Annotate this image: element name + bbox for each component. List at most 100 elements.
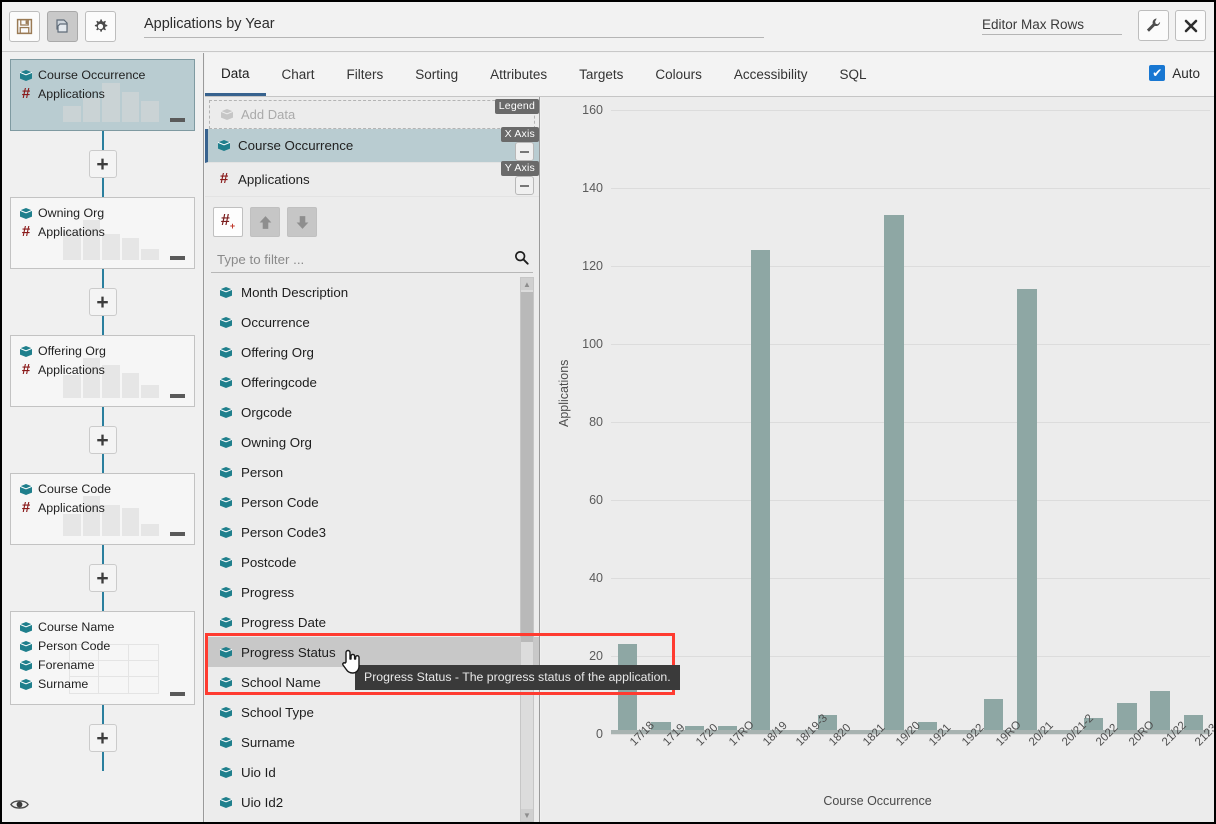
field-filter-input[interactable]: Type to filter ... — [211, 246, 533, 273]
field-item[interactable]: Uio Id — [205, 757, 539, 787]
tab-sorting[interactable]: Sorting — [399, 53, 474, 96]
bar-cell[interactable] — [711, 110, 744, 734]
node-collapse-button[interactable] — [170, 532, 185, 536]
field-item[interactable]: Progress — [205, 577, 539, 607]
x-axis-field-label: Course Occurrence — [238, 138, 353, 153]
remove-y-axis-button[interactable] — [515, 176, 534, 195]
field-item[interactable]: Person Code3 — [205, 517, 539, 547]
field-item[interactable]: Month Description — [205, 277, 539, 307]
bar-cell[interactable] — [777, 110, 810, 734]
node-row: Offering Org — [19, 342, 186, 361]
sidebar-node-course-occurrence[interactable]: Course Occurrence # Applications — [10, 59, 195, 131]
cube-icon — [219, 286, 233, 299]
node-collapse-button[interactable] — [170, 256, 185, 260]
bar-cell[interactable] — [944, 110, 977, 734]
sidebar-node-person-details[interactable]: Course Name Person Code Forename Surname — [10, 611, 195, 705]
x-axis-slot[interactable]: Course Occurrence X Axis — [205, 129, 539, 163]
cube-icon — [219, 586, 233, 599]
bar-cell[interactable] — [1144, 110, 1177, 734]
node-collapse-button[interactable] — [170, 394, 185, 398]
node-collapse-button[interactable] — [170, 692, 185, 696]
remove-x-axis-button[interactable] — [515, 142, 534, 161]
bar-cell[interactable] — [811, 110, 844, 734]
cube-icon — [19, 659, 33, 672]
node-collapse-button[interactable] — [170, 118, 185, 122]
sidebar-node-owning-org[interactable]: Owning Org # Applications — [10, 197, 195, 269]
add-data-dropzone[interactable]: Add Data Legend — [209, 100, 535, 129]
bar[interactable] — [884, 215, 903, 734]
field-item[interactable]: Occurrence — [205, 307, 539, 337]
save-button[interactable] — [9, 11, 40, 42]
field-item[interactable]: Orgcode — [205, 397, 539, 427]
bar-cell[interactable] — [844, 110, 877, 734]
field-item[interactable]: Surname — [205, 727, 539, 757]
bar-cell[interactable] — [977, 110, 1010, 734]
tab-colours[interactable]: Colours — [639, 53, 718, 96]
add-node-button[interactable]: + — [89, 288, 117, 316]
settings-button[interactable] — [85, 11, 116, 42]
available-fields-list[interactable]: Month Description Occurrence Offering Or… — [205, 277, 539, 824]
sidebar-node-offering-org[interactable]: Offering Org # Applications — [10, 335, 195, 407]
auto-checkbox[interactable]: ✔ — [1149, 65, 1165, 81]
tab-filters[interactable]: Filters — [331, 53, 400, 96]
copy-button[interactable] — [47, 11, 78, 42]
bar[interactable] — [984, 699, 1003, 734]
field-item[interactable]: Uio Id2 — [205, 787, 539, 817]
bar-cell[interactable] — [744, 110, 777, 734]
auto-refresh-toggle[interactable]: ✔ Auto — [1149, 65, 1200, 81]
close-button[interactable] — [1175, 10, 1206, 41]
field-item[interactable]: Offering Org — [205, 337, 539, 367]
bar-cell[interactable] — [1110, 110, 1143, 734]
move-up-button[interactable] — [250, 207, 280, 237]
tab-attributes[interactable]: Attributes — [474, 53, 563, 96]
y-axis-slot[interactable]: # Applications Y Axis — [205, 163, 539, 197]
add-node-button[interactable]: + — [89, 724, 117, 752]
field-item[interactable]: Offeringcode — [205, 367, 539, 397]
preview-toggle-button[interactable] — [10, 798, 29, 816]
y-axis-tick-label: 140 — [582, 181, 603, 195]
field-item[interactable]: Progress Date — [205, 607, 539, 637]
search-icon[interactable] — [514, 250, 529, 268]
scroll-down-arrow[interactable]: ▼ — [521, 809, 533, 821]
field-item[interactable]: Person Code — [205, 487, 539, 517]
tools-button[interactable] — [1138, 10, 1169, 41]
bar-cell[interactable] — [611, 110, 644, 734]
hash-plus-icon: #+ — [221, 213, 235, 231]
x-tick-cell: 1719 — [644, 738, 677, 798]
field-list-scrollbar[interactable]: ▲ ▼ — [520, 277, 534, 822]
add-measure-button[interactable]: #+ — [213, 207, 243, 237]
add-node-button[interactable]: + — [89, 564, 117, 592]
add-node-button[interactable]: + — [89, 426, 117, 454]
bar-cell[interactable] — [911, 110, 944, 734]
x-tick-cell: 17/18 — [611, 738, 644, 798]
tab-targets[interactable]: Targets — [563, 53, 639, 96]
field-item[interactable]: School Type — [205, 697, 539, 727]
bar-cell[interactable] — [1177, 110, 1210, 734]
scroll-up-arrow[interactable]: ▲ — [521, 278, 533, 290]
tab-chart[interactable]: Chart — [266, 53, 331, 96]
move-down-button[interactable] — [287, 207, 317, 237]
bar-cell[interactable] — [1044, 110, 1077, 734]
field-item[interactable]: Owning Org — [205, 427, 539, 457]
editor-max-rows-input[interactable]: Editor Max Rows — [982, 17, 1122, 35]
bar-cell[interactable] — [644, 110, 677, 734]
field-item-progress-status[interactable]: Progress Status — [205, 637, 539, 667]
report-title-input[interactable]: Applications by Year — [144, 16, 764, 38]
node-label: Applications — [38, 85, 105, 104]
bar[interactable] — [751, 250, 770, 734]
sidebar-node-course-code[interactable]: Course Code # Applications — [10, 473, 195, 545]
node-connector: + — [2, 407, 203, 473]
tab-accessibility[interactable]: Accessibility — [718, 53, 824, 96]
tab-sql[interactable]: SQL — [823, 53, 882, 96]
field-item[interactable]: Postcode — [205, 547, 539, 577]
bar-cell[interactable] — [1010, 110, 1043, 734]
bar-cell[interactable] — [1077, 110, 1110, 734]
bar[interactable] — [1017, 289, 1036, 734]
bar-cell[interactable] — [877, 110, 910, 734]
bar-cell[interactable] — [678, 110, 711, 734]
add-node-button[interactable]: + — [89, 150, 117, 178]
field-item[interactable]: Person — [205, 457, 539, 487]
data-source-sidebar[interactable]: Course Occurrence # Applications + — [2, 53, 204, 824]
scrollbar-thumb[interactable] — [521, 292, 533, 642]
tab-data[interactable]: Data — [205, 53, 266, 96]
